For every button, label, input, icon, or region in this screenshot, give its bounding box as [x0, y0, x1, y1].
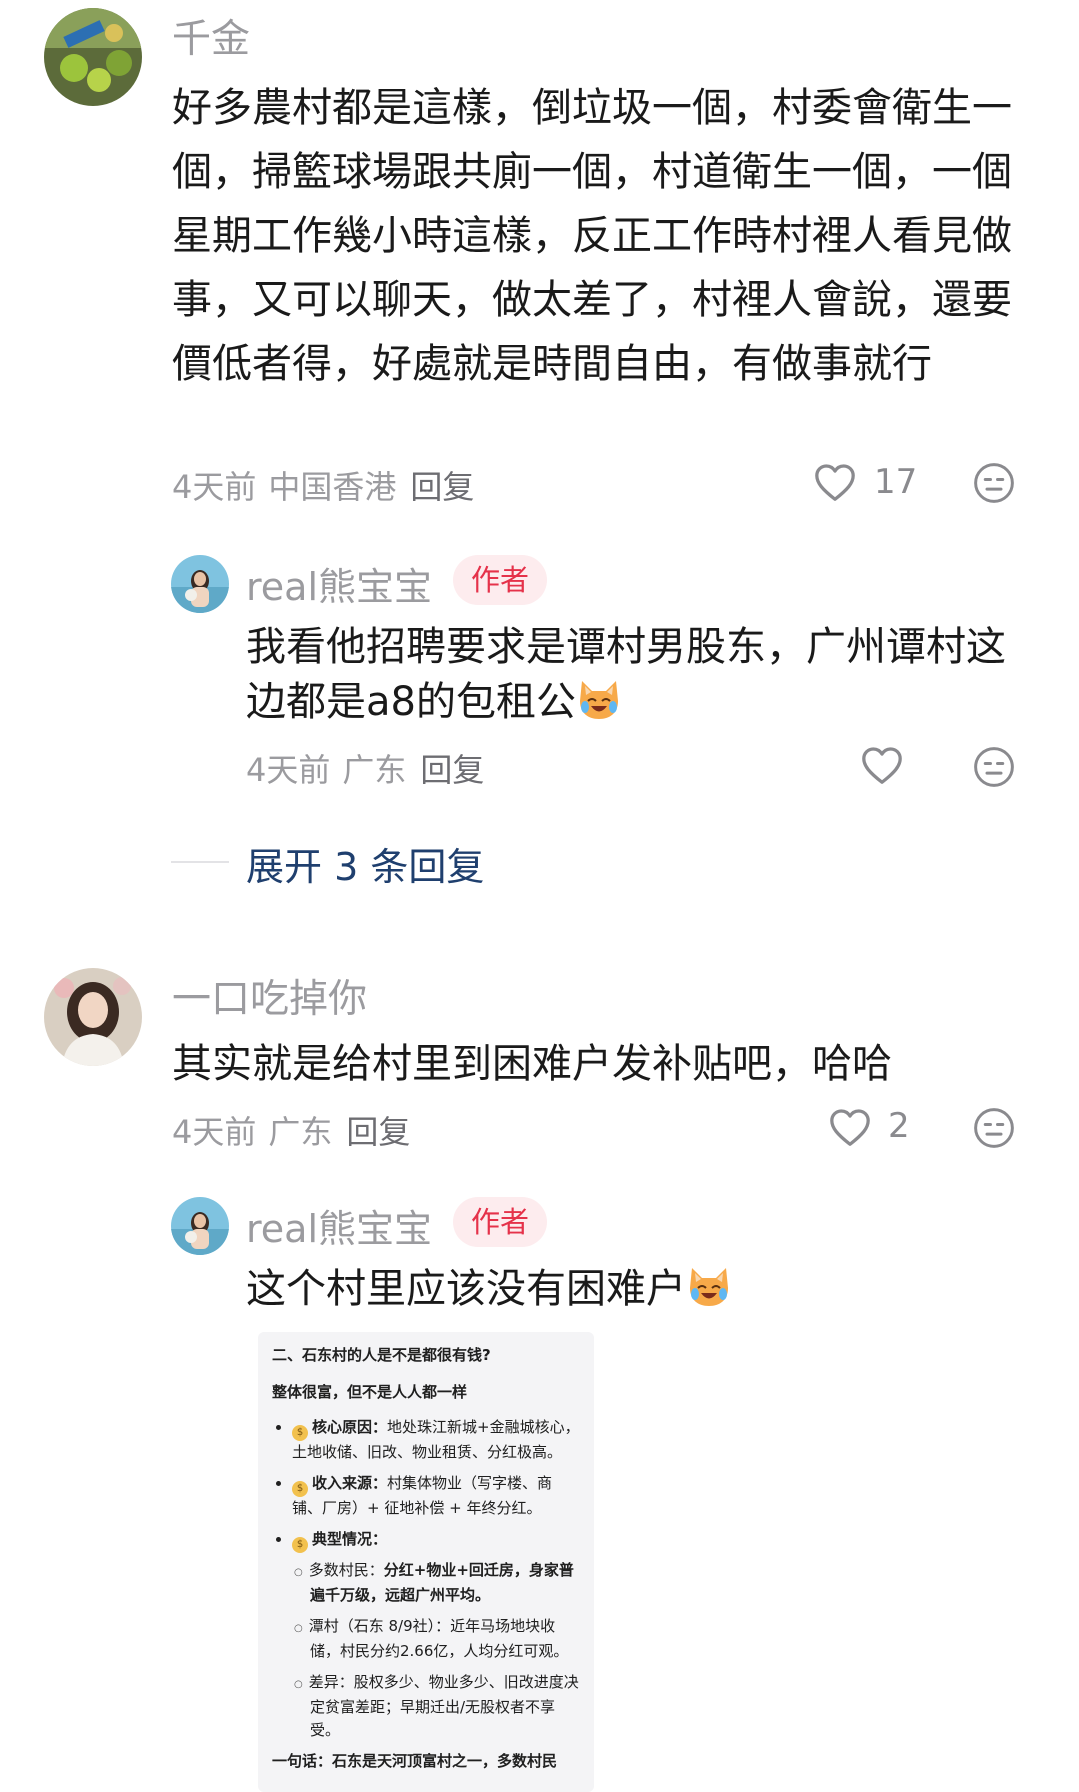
- reply-text: 我看他招聘要求是谭村男股东，广州谭村这边都是a8的包租公: [246, 620, 1026, 730]
- avatar[interactable]: [44, 8, 142, 106]
- image-summary: 一句话：石东是天河顶富村之一，多数村民: [272, 1752, 558, 1770]
- author-badge: 作者: [453, 555, 548, 605]
- avatar-image: [44, 968, 142, 1066]
- image-bullet: $核心原因：地处珠江新城+金融城核心，土地收储、旧改、物业租赁、分红极高。: [292, 1416, 580, 1464]
- money-bag-icon: $: [292, 1425, 308, 1441]
- money-bag-icon: $: [292, 1537, 308, 1553]
- image-sub-bullet: 多数村民：分红+物业+回迁房，身家普遍千万级，远超广州平均。: [309, 1559, 580, 1607]
- reply-avatar[interactable]: [171, 555, 229, 613]
- like-count: 2: [888, 1106, 910, 1146]
- reply-text-content: 我看他招聘要求是谭村男股东，广州谭村这边都是a8的包租公: [246, 624, 1006, 725]
- reply-button[interactable]: 回复: [410, 468, 474, 506]
- money-bag-icon: $: [292, 1481, 308, 1497]
- heart-icon: [830, 1109, 870, 1146]
- reply-username[interactable]: real熊宝宝: [246, 556, 432, 611]
- comment-text: 其实就是给村里到困难户发补贴吧，哈哈: [172, 1041, 892, 1087]
- comment-username[interactable]: 一口吃掉你: [172, 968, 367, 1024]
- reply-location: 广东: [342, 751, 407, 789]
- reply-avatar[interactable]: [171, 1197, 229, 1255]
- meh-face-icon: [974, 747, 1014, 787]
- reply-button[interactable]: 回复: [346, 1113, 410, 1151]
- comment-time: 4天前: [172, 468, 257, 506]
- comment-meta: 4天前 中国香港 回复: [172, 462, 474, 508]
- expand-divider: [171, 861, 229, 863]
- reply-reply-button[interactable]: 回复: [420, 751, 484, 789]
- image-sub-bullet: 潭村（石东 8/9社）：近年马场地块收储，村民分约2.66亿，人均分红可观。: [309, 1615, 580, 1663]
- expand-replies-button[interactable]: 展开 3 条回复: [246, 836, 484, 891]
- reply-text: 这个村里应该没有困难户: [246, 1262, 1026, 1317]
- avatar-image: [44, 8, 142, 106]
- dislike-button[interactable]: [973, 462, 1015, 508]
- reply-meta: 4天前 广东 回复: [246, 745, 484, 791]
- image-bullet: $典型情况： 多数村民：分红+物业+回迁房，身家普遍千万级，远超广州平均。 潭村…: [292, 1528, 580, 1742]
- meh-face-icon: [974, 463, 1014, 503]
- laughing-cat-emoji-icon: [579, 681, 618, 719]
- like-button[interactable]: [828, 1107, 872, 1151]
- attached-image[interactable]: 二、石东村的人是不是都很有钱? 整体很富，但不是人人都一样 $核心原因：地处珠江…: [258, 1332, 594, 1792]
- image-heading: 二、石东村的人是不是都很有钱?: [272, 1346, 491, 1364]
- image-sub-bullet: 差异：股权多少、物业多少、旧改进度决定贫富差距；早期迁出/无股权者不享受。: [309, 1671, 580, 1742]
- reply-text-content: 这个村里应该没有困难户: [246, 1266, 686, 1312]
- image-subheading: 整体很富，但不是人人都一样: [272, 1383, 468, 1401]
- image-sub-list: 多数村民：分红+物业+回迁房，身家普遍千万级，远超广州平均。 潭村（石东 8/9…: [292, 1559, 580, 1742]
- laughing-cat-emoji-icon: [690, 1268, 728, 1306]
- author-badge: 作者: [453, 1197, 548, 1247]
- reply-avatar-image: [171, 1197, 229, 1255]
- image-bullet-list: $核心原因：地处珠江新城+金融城核心，土地收储、旧改、物业租赁、分红极高。 $收…: [272, 1416, 580, 1742]
- reply-dislike-button[interactable]: [973, 746, 1015, 792]
- reply-username[interactable]: real熊宝宝: [246, 1198, 432, 1253]
- image-bullet: $收入来源：村集体物业（写字楼、商铺、厂房）+ 征地补偿 + 年终分红。: [292, 1472, 580, 1520]
- like-button[interactable]: [813, 462, 857, 506]
- comment-meta: 4天前 广东 回复: [172, 1107, 410, 1153]
- dislike-button[interactable]: [973, 1107, 1015, 1153]
- meh-face-icon: [974, 1108, 1014, 1148]
- reply-like-button[interactable]: [860, 745, 904, 789]
- heart-icon: [815, 464, 855, 501]
- comment-location: 广东: [268, 1113, 333, 1151]
- like-count: 17: [874, 462, 918, 502]
- comment-time: 4天前: [172, 1113, 257, 1151]
- avatar[interactable]: [44, 968, 142, 1066]
- reply-avatar-image: [171, 555, 229, 613]
- comment-location: 中国香港: [268, 468, 397, 506]
- reply-time: 4天前: [246, 751, 331, 789]
- comment-text: 好多農村都是這樣，倒垃圾一個，村委會衛生一個，掃籃球場跟共廁一個，村道衛生一個，…: [172, 85, 1012, 387]
- comment-username[interactable]: 千金: [172, 8, 250, 64]
- heart-icon: [862, 747, 902, 784]
